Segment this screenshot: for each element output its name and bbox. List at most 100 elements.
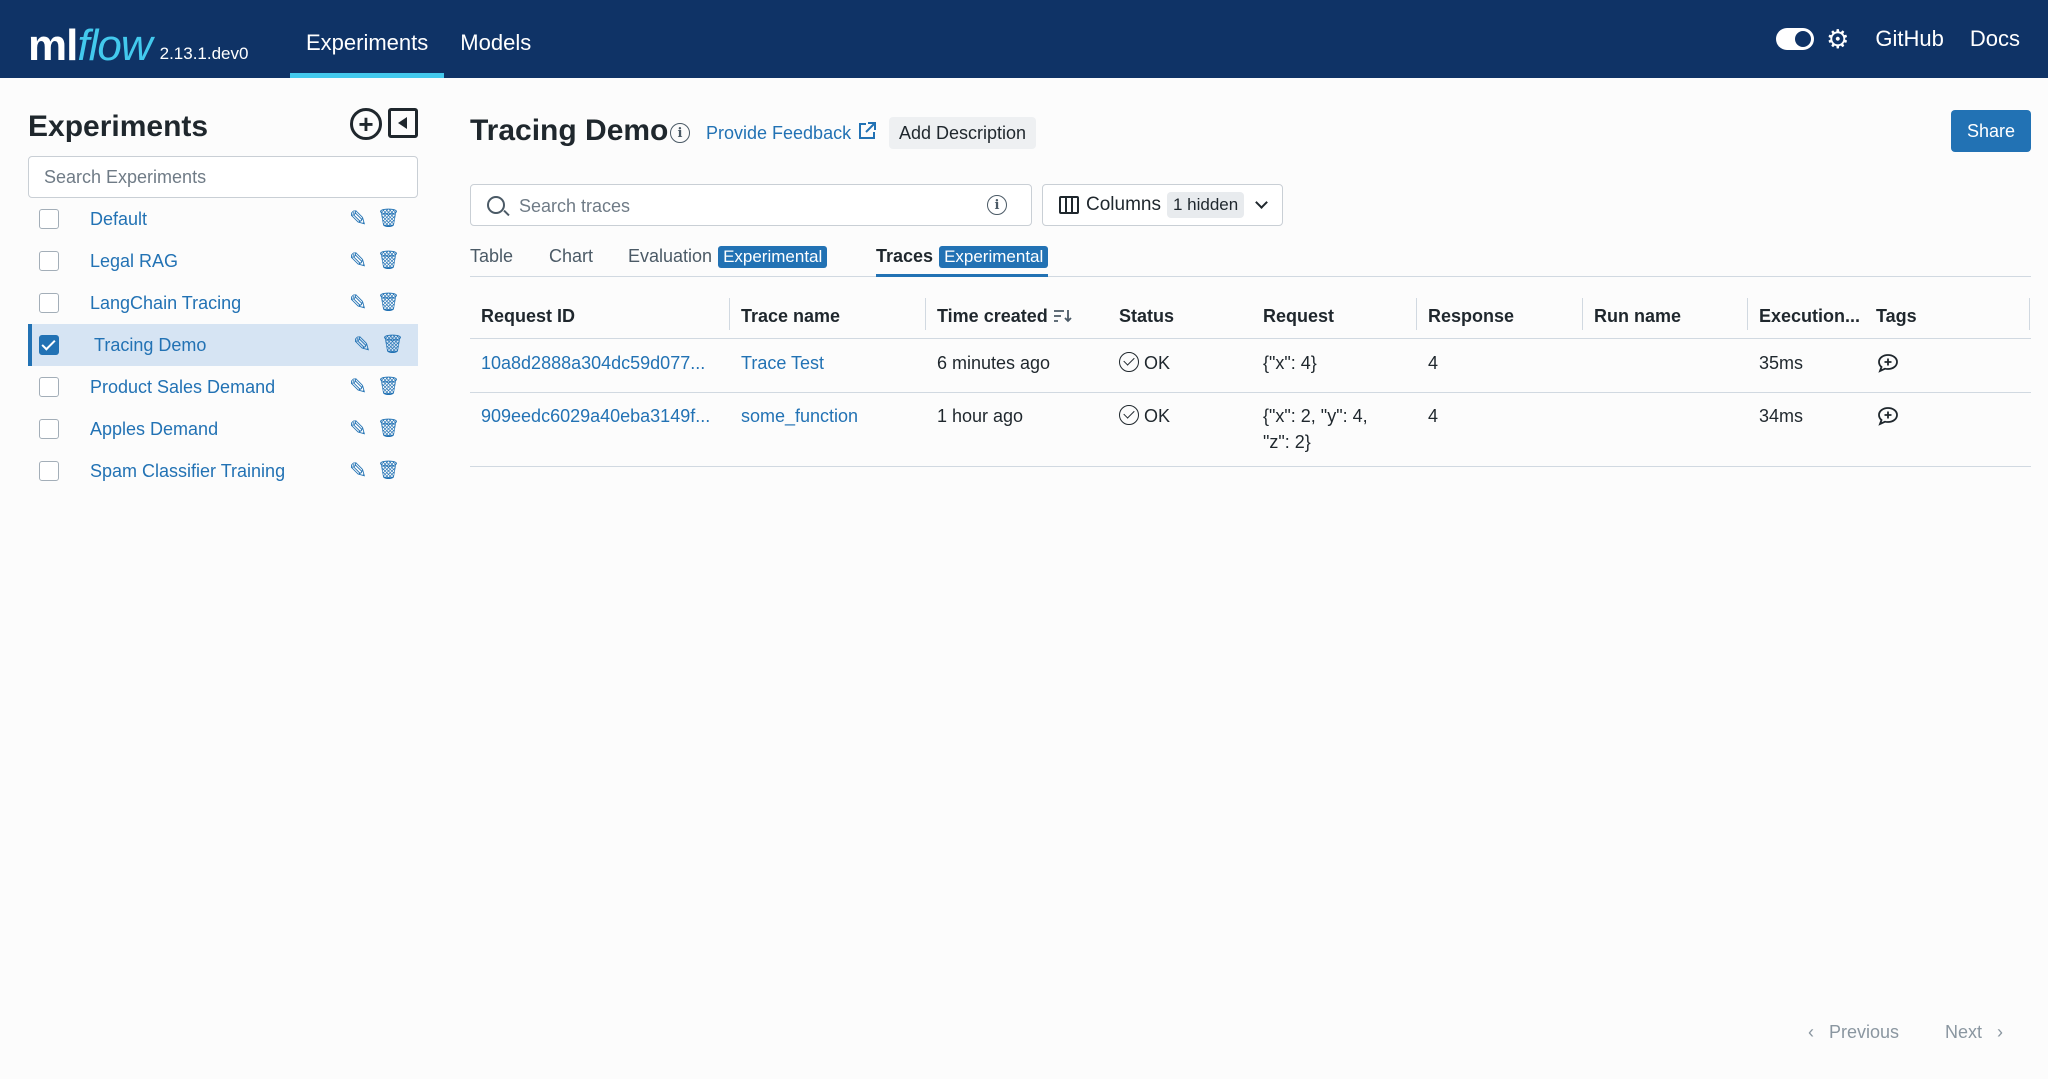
trash-icon[interactable]: 🗑 xyxy=(377,292,400,313)
col-time-created[interactable]: Time created xyxy=(937,296,1072,339)
pencil-icon[interactable]: ✎ xyxy=(349,206,367,232)
experiment-item-selected[interactable]: Tracing Demo ✎ 🗑 xyxy=(28,324,418,366)
check-circle-icon xyxy=(1119,405,1139,425)
experiment-checkbox[interactable] xyxy=(39,377,59,397)
previous-page-button[interactable]: ‹ Previous xyxy=(1808,1022,1899,1043)
column-divider[interactable] xyxy=(925,298,926,330)
col-trace-name[interactable]: Trace name xyxy=(741,296,840,339)
share-button[interactable]: Share xyxy=(1951,110,2031,152)
tab-label: Table xyxy=(470,246,514,266)
experiment-name[interactable]: Spam Classifier Training xyxy=(90,461,285,482)
experiment-item[interactable]: Spam Classifier Training ✎ 🗑 xyxy=(28,450,418,492)
experiment-name[interactable]: Legal RAG xyxy=(90,251,178,272)
pencil-icon[interactable]: ✎ xyxy=(349,416,367,442)
next-label: Next xyxy=(1945,1022,1983,1042)
experiment-name[interactable]: Apples Demand xyxy=(90,419,218,440)
experiment-item[interactable]: Default ✎ 🗑 xyxy=(28,198,418,240)
trace-name-link[interactable]: some_function xyxy=(741,403,858,429)
docs-link[interactable]: Docs xyxy=(1970,26,2020,52)
github-link[interactable]: GitHub xyxy=(1875,26,1943,52)
experiment-checkbox[interactable] xyxy=(39,251,59,271)
gear-icon[interactable]: ⚙ xyxy=(1826,24,1849,55)
status-cell: OK xyxy=(1119,350,1170,376)
check-circle-icon xyxy=(1119,352,1139,372)
collapse-sidebar-icon[interactable] xyxy=(388,108,418,138)
external-link-icon[interactable] xyxy=(857,121,877,141)
trash-icon[interactable]: 🗑 xyxy=(381,334,404,355)
col-request[interactable]: Request xyxy=(1263,296,1334,339)
trace-search-input[interactable]: Search traces i xyxy=(470,184,1032,226)
pencil-icon[interactable]: ✎ xyxy=(349,290,367,316)
nav-experiments[interactable]: Experiments xyxy=(290,0,445,78)
column-divider[interactable] xyxy=(1416,298,1417,330)
col-request-id[interactable]: Request ID xyxy=(481,296,575,339)
tab-evaluation[interactable]: Evaluation Experimental xyxy=(628,246,828,277)
experiment-item[interactable]: LangChain Tracing ✎ 🗑 xyxy=(28,282,418,324)
experiment-checkbox[interactable] xyxy=(39,461,59,481)
search-placeholder: Search traces xyxy=(519,196,631,216)
sort-descending-icon[interactable] xyxy=(1053,309,1072,323)
experiment-search-input[interactable]: Search Experiments xyxy=(28,156,418,198)
experiment-name[interactable]: LangChain Tracing xyxy=(90,293,241,314)
table-row[interactable]: 10a8d2888a304dc59d077... Trace Test 6 mi… xyxy=(470,340,2031,393)
info-icon[interactable]: i xyxy=(670,123,690,143)
trash-icon[interactable]: 🗑 xyxy=(377,250,400,271)
previous-label: Previous xyxy=(1829,1022,1900,1042)
column-divider[interactable] xyxy=(1747,298,1748,330)
request-cell: {"x": 2, "y": 4, "z": 2} xyxy=(1263,403,1368,455)
pencil-icon[interactable]: ✎ xyxy=(349,374,367,400)
col-label: Time created xyxy=(937,306,1048,326)
columns-dropdown[interactable]: Columns 1 hidden xyxy=(1042,184,1283,226)
trace-name-link[interactable]: Trace Test xyxy=(741,350,824,376)
experiment-item[interactable]: Product Sales Demand ✎ 🗑 xyxy=(28,366,418,408)
add-tag-icon[interactable] xyxy=(1877,406,1899,426)
info-icon[interactable]: i xyxy=(987,195,1007,215)
hidden-columns-badge: 1 hidden xyxy=(1166,192,1245,218)
experiment-checkbox[interactable] xyxy=(39,335,59,355)
experiment-checkbox[interactable] xyxy=(39,209,59,229)
tab-table[interactable]: Table xyxy=(470,246,513,277)
pencil-icon[interactable]: ✎ xyxy=(349,248,367,274)
nav-models[interactable]: Models xyxy=(444,0,547,78)
tab-chart[interactable]: Chart xyxy=(549,246,593,277)
request-id-link[interactable]: 10a8d2888a304dc59d077... xyxy=(481,350,705,376)
trash-icon[interactable]: 🗑 xyxy=(377,460,400,481)
experiment-name[interactable]: Default xyxy=(90,209,147,230)
execution-time: 34ms xyxy=(1759,406,1804,426)
add-experiment-icon[interactable]: + xyxy=(350,108,382,140)
column-divider[interactable] xyxy=(729,298,730,330)
experiment-name[interactable]: Product Sales Demand xyxy=(90,377,275,398)
request-id-link[interactable]: 909eedc6029a40eba3149f... xyxy=(481,403,710,429)
tab-traces[interactable]: Traces Experimental xyxy=(876,246,1049,277)
pencil-icon[interactable]: ✎ xyxy=(349,458,367,484)
add-tag-icon[interactable] xyxy=(1877,353,1899,373)
mlflow-logo[interactable]: ml flow 2.13.1.dev0 xyxy=(28,10,248,68)
chevron-down-icon xyxy=(1255,196,1268,209)
col-status[interactable]: Status xyxy=(1119,296,1174,339)
top-nav-bar: ml flow 2.13.1.dev0 Experiments Models ⚙ … xyxy=(0,0,2048,78)
col-run-name[interactable]: Run name xyxy=(1594,296,1681,339)
col-response[interactable]: Response xyxy=(1428,296,1514,339)
pencil-icon[interactable]: ✎ xyxy=(353,332,371,358)
experiment-checkbox[interactable] xyxy=(39,419,59,439)
next-page-button[interactable]: Next › xyxy=(1945,1022,2003,1043)
experiment-name[interactable]: Tracing Demo xyxy=(94,335,206,356)
theme-toggle[interactable] xyxy=(1776,28,1815,50)
status-text: OK xyxy=(1144,353,1171,373)
column-divider[interactable] xyxy=(2029,298,2030,330)
search-icon xyxy=(487,196,505,214)
col-execution[interactable]: Execution... xyxy=(1759,296,1860,339)
request-line: "z": 2} xyxy=(1263,432,1311,452)
trash-icon[interactable]: 🗑 xyxy=(377,208,400,229)
experiment-item[interactable]: Legal RAG ✎ 🗑 xyxy=(28,240,418,282)
col-tags[interactable]: Tags xyxy=(1876,296,1917,339)
column-divider[interactable] xyxy=(1582,298,1583,330)
traces-table-header: Request ID Trace name Time created Statu… xyxy=(470,296,2031,339)
experiment-checkbox[interactable] xyxy=(39,293,59,313)
trash-icon[interactable]: 🗑 xyxy=(377,376,400,397)
table-row[interactable]: 909eedc6029a40eba3149f... some_function … xyxy=(470,393,2031,467)
experiment-item[interactable]: Apples Demand ✎ 🗑 xyxy=(28,408,418,450)
add-description-button[interactable]: Add Description xyxy=(889,117,1037,149)
provide-feedback-link[interactable]: Provide Feedback xyxy=(706,123,851,144)
trash-icon[interactable]: 🗑 xyxy=(377,418,400,439)
